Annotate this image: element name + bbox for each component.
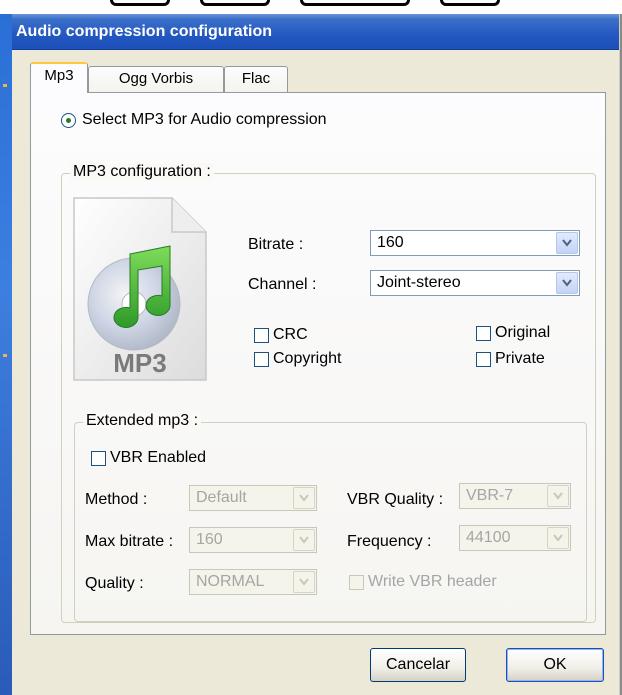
quality-select[interactable]: NORMAL: [189, 569, 317, 595]
private-checkbox[interactable]: Private: [476, 350, 545, 368]
vbr-quality-value: VBR-7: [466, 487, 514, 504]
mp3-tab-panel: Select MP3 for Audio compression MP3 con…: [30, 92, 606, 635]
chevron-down-icon: [562, 239, 572, 247]
write-vbr-header-checkbox-box[interactable]: [349, 574, 364, 590]
write-vbr-header-label: Write VBR header: [368, 573, 497, 590]
vbr-enabled-checkbox-box[interactable]: [91, 450, 106, 466]
original-label: Original: [495, 324, 551, 341]
vbr-quality-label: VBR Quality :: [347, 491, 444, 508]
chevron-down-icon: [299, 578, 309, 586]
original-checkbox[interactable]: Original: [476, 324, 550, 342]
method-select[interactable]: Default: [189, 485, 317, 511]
tab-ogg-vorbis[interactable]: Ogg Vorbis: [88, 66, 224, 92]
frequency-select[interactable]: 44100: [459, 525, 571, 551]
audio-config-dialog: Audio compression configuration Mp3 Ogg …: [12, 14, 620, 695]
quality-label: Quality :: [85, 575, 144, 592]
crc-checkbox-box[interactable]: [254, 327, 269, 343]
copyright-label: Copyright: [273, 350, 342, 367]
select-mp3-radio[interactable]: Select MP3 for Audio compression: [61, 111, 327, 129]
tab-mp3[interactable]: Mp3: [30, 62, 88, 93]
mp3-file-icon: MP3: [73, 197, 207, 381]
chevron-down-icon: [553, 492, 563, 500]
mp3-icon-text: MP3: [113, 348, 166, 378]
channel-select[interactable]: Joint-stereo: [370, 270, 580, 296]
mp3-configuration-legend: MP3 configuration :: [70, 163, 214, 181]
quality-value: NORMAL: [196, 573, 265, 590]
background-window-edge: [0, 14, 12, 695]
frequency-label: Frequency :: [347, 533, 432, 550]
method-dropdown-button[interactable]: [293, 487, 315, 509]
method-label: Method :: [85, 491, 148, 508]
private-label: Private: [495, 350, 545, 367]
mp3-configuration-group: MP3 configuration : MP3 Bitrate: 160 Ch…: [61, 163, 596, 623]
chevron-down-icon: [299, 494, 309, 502]
chevron-down-icon: [299, 536, 309, 544]
copyright-checkbox[interactable]: Copyright: [254, 350, 341, 368]
vbr-quality-dropdown-button[interactable]: [547, 485, 569, 507]
copyright-checkbox-box[interactable]: [254, 351, 269, 367]
chevron-down-icon: [553, 534, 563, 542]
max-bitrate-value: 160: [196, 531, 223, 548]
bitrate-label: Bitrate :: [248, 236, 304, 253]
tab-flac[interactable]: Flac: [224, 66, 288, 92]
chevron-down-icon: [562, 279, 572, 287]
dialog-title[interactable]: Audio compression configuration: [12, 14, 619, 50]
radio-selected-indicator[interactable]: [61, 112, 76, 128]
channel-value: Joint-stereo: [377, 274, 461, 291]
frequency-value: 44100: [466, 529, 511, 546]
bitrate-value: 160: [377, 234, 404, 251]
crc-label: CRC: [273, 326, 308, 343]
extended-mp3-legend: Extended mp3 :: [83, 412, 202, 430]
vbr-enabled-checkbox[interactable]: VBR Enabled: [91, 449, 206, 467]
original-checkbox-box[interactable]: [476, 325, 491, 341]
bitrate-dropdown-button[interactable]: [556, 232, 578, 254]
vbr-quality-select[interactable]: VBR-7: [459, 483, 571, 509]
bitrate-select[interactable]: 160: [370, 230, 580, 256]
write-vbr-header-checkbox[interactable]: Write VBR header: [349, 573, 497, 591]
max-bitrate-select[interactable]: 160: [189, 527, 317, 553]
private-checkbox-box[interactable]: [476, 351, 491, 367]
channel-label: Channel :: [248, 276, 317, 293]
crc-checkbox[interactable]: CRC: [254, 326, 308, 344]
frequency-dropdown-button[interactable]: [547, 527, 569, 549]
select-mp3-label: Select MP3 for Audio compression: [82, 111, 327, 128]
background-window-strip: [0, 0, 622, 14]
channel-dropdown-button[interactable]: [556, 272, 578, 294]
extended-mp3-group: Extended mp3 : VBR Enabled Method : Defa…: [74, 412, 587, 622]
max-bitrate-label: Max bitrate :: [85, 533, 174, 550]
ok-button[interactable]: OK: [506, 648, 604, 682]
max-bitrate-dropdown-button[interactable]: [293, 529, 315, 551]
method-value: Default: [196, 489, 247, 506]
quality-dropdown-button[interactable]: [293, 571, 315, 593]
cancel-button[interactable]: Cancelar: [370, 648, 466, 682]
vbr-enabled-label: VBR Enabled: [110, 449, 207, 466]
